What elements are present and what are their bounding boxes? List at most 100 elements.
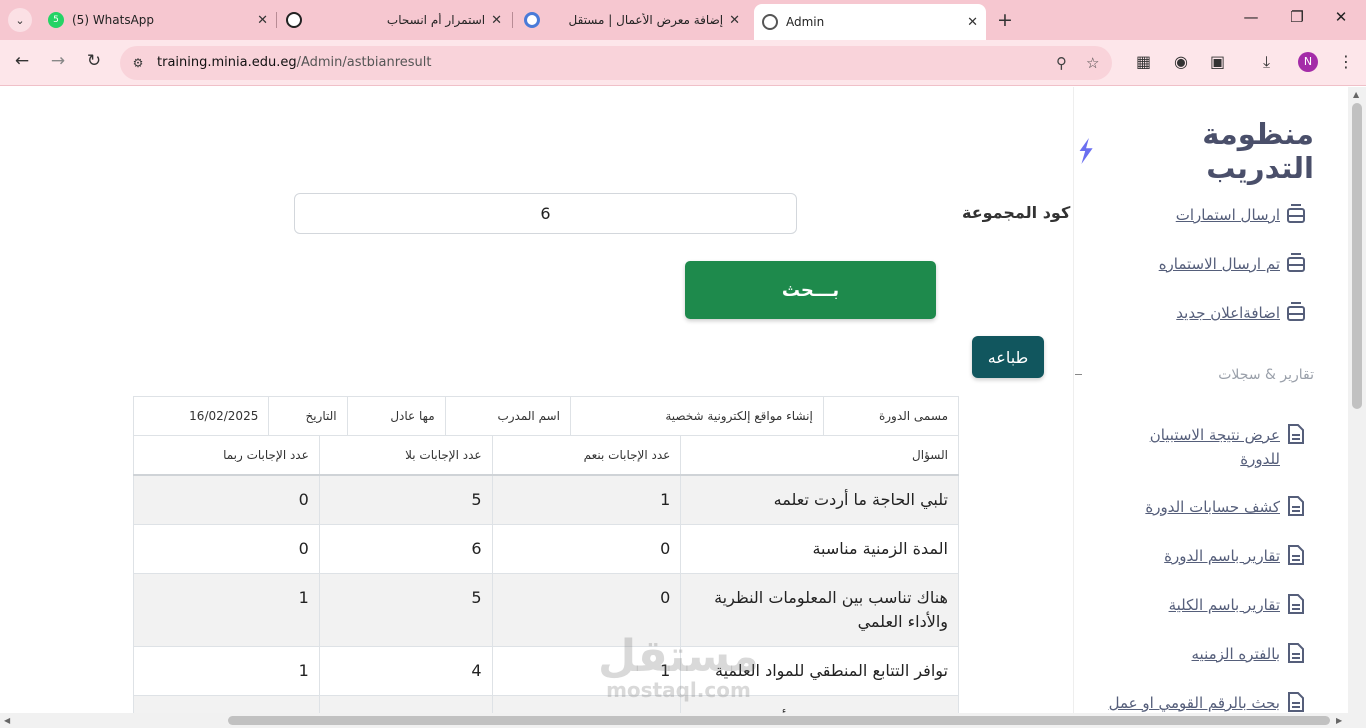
question-cell: الدورة على مستوى جيد أرشحها xyxy=(680,694,959,713)
url-path: /Admin/astbianresult xyxy=(296,55,432,70)
reload-icon[interactable]: ↻ xyxy=(82,51,106,71)
column-header-maybe: عدد الإجابات ربما xyxy=(133,435,320,476)
download-icon[interactable]: ⤓ xyxy=(1263,52,1270,72)
no-count-cell: 6 xyxy=(318,523,493,574)
site-settings-icon[interactable]: ⚙ xyxy=(128,53,148,73)
print-button[interactable]: طباعه xyxy=(972,336,1044,378)
column-header-yes: عدد الإجابات بنعم xyxy=(491,435,682,476)
tab-whatsapp[interactable]: 5 (5) WhatsApp ✕ xyxy=(40,6,276,34)
document-icon xyxy=(1288,496,1304,516)
table-row: الدورة على مستوى جيد أرشحها 1 3 2 xyxy=(133,694,959,713)
no-count-cell: 5 xyxy=(318,572,493,647)
chevron-down-icon: ⌄ xyxy=(15,13,25,27)
profile-avatar[interactable]: N xyxy=(1298,52,1318,72)
table-row: تلبي الحاجة ما أردت تعلمه 1 5 0 xyxy=(133,474,959,525)
globe-icon xyxy=(762,14,778,30)
course-name-label: مسمى الدورة xyxy=(822,396,960,436)
sidebar-item-add-announcement[interactable]: اضافةاعلان جديد xyxy=(1176,301,1306,325)
sidebar-item-by-period[interactable]: بالفتره الزمنيه xyxy=(1192,642,1306,666)
camera-icon[interactable]: ◉ xyxy=(1174,52,1188,71)
question-cell: المدة الزمنية مناسبة xyxy=(680,523,959,574)
sidebar-item-send-forms[interactable]: ارسال استمارات xyxy=(1176,203,1306,227)
brand[interactable]: منظومة التدريب xyxy=(1074,117,1314,185)
sidebar-item-label: تقارير باسم الكلية xyxy=(1168,596,1280,614)
sidebar-item-reports-by-course[interactable]: تقارير باسم الدورة xyxy=(1164,544,1306,568)
close-icon[interactable]: ✕ xyxy=(729,13,740,28)
horizontal-scroll-thumb[interactable] xyxy=(228,716,1330,725)
tab-mostaql[interactable]: إضافة معرض الأعمال | مستقل ✕ xyxy=(516,6,748,34)
sidebar-item-label: اضافةاعلان جديد xyxy=(1176,304,1280,322)
sidebar-item-course-accounts[interactable]: كشف حسابات الدورة xyxy=(1145,495,1306,519)
sidebar-item-label: بالفتره الزمنيه xyxy=(1191,645,1280,663)
search-button[interactable]: بـــحث xyxy=(685,261,936,319)
inbox-icon xyxy=(1287,302,1305,321)
sidebar-item-label: عرض نتيجة الاستبيان للدورة xyxy=(1149,426,1280,468)
no-count-cell: 3 xyxy=(318,694,493,713)
restore-icon[interactable]: ❐ xyxy=(1282,8,1312,26)
minimize-icon[interactable]: — xyxy=(1236,8,1266,26)
sidebar-item-form-sent[interactable]: تم ارسال الاستماره xyxy=(1159,252,1306,276)
sidebar-item-label: بحث بالرقم القومي او عمل xyxy=(1108,694,1280,712)
close-icon[interactable]: ✕ xyxy=(967,15,978,30)
sidebar-item-label: ارسال استمارات xyxy=(1175,206,1280,224)
close-icon[interactable]: ✕ xyxy=(491,13,502,28)
document-icon xyxy=(1288,424,1304,444)
trainer-value: مها عادل xyxy=(346,396,446,436)
chatgpt-icon xyxy=(286,12,302,28)
sidebar-item-survey-results[interactable]: عرض نتيجة الاستبيان للدورة xyxy=(1130,423,1306,471)
maybe-count-cell: 2 xyxy=(133,694,320,713)
vertical-scrollbar[interactable]: ▲ xyxy=(1348,87,1366,713)
no-count-cell: 4 xyxy=(318,645,493,696)
zoom-icon[interactable]: ⚲ xyxy=(1056,54,1067,72)
yes-count-cell: 1 xyxy=(491,474,682,525)
horizontal-scrollbar[interactable]: ◀ ▶ xyxy=(0,713,1366,728)
back-icon[interactable]: ← xyxy=(10,51,34,71)
menu-icon[interactable]: ⋮ xyxy=(1338,52,1354,71)
browser-tab-bar: ⌄ 5 (5) WhatsApp ✕ استمرار أم انسحاب ✕ إ… xyxy=(0,0,1366,40)
table-row: هناك تناسب بين المعلومات النظرية والأداء… xyxy=(133,572,959,647)
sidebar-section-title: تقارير & سجلات xyxy=(1218,367,1314,383)
yes-count-cell: 1 xyxy=(491,645,682,696)
close-icon[interactable]: ✕ xyxy=(257,13,268,28)
brand-title: منظومة التدريب xyxy=(1202,117,1314,185)
tab-title: استمرار أم انسحاب xyxy=(386,13,486,27)
translate-icon[interactable]: ▦ xyxy=(1136,52,1151,71)
course-info-table: مسمى الدورة إنشاء مواقع إلكترونية شخصية … xyxy=(132,396,960,436)
maybe-count-cell: 1 xyxy=(133,572,320,647)
group-code-input[interactable] xyxy=(294,193,797,234)
vertical-scroll-thumb[interactable] xyxy=(1352,103,1362,409)
sidebar-item-reports-by-faculty[interactable]: تقارير باسم الكلية xyxy=(1169,593,1306,617)
tab-admin[interactable]: Admin ✕ xyxy=(754,4,986,40)
address-bar: ← → ↻ ⚙ training.minia.edu.eg/Admin/astb… xyxy=(0,40,1366,86)
page-content: منظومة التدريب ارسال استمارات تم ارسال ا… xyxy=(0,87,1348,713)
url-text: training.minia.edu.eg/Admin/astbianresul… xyxy=(157,55,431,70)
yes-count-cell: 1 xyxy=(491,694,682,713)
scroll-up-icon[interactable]: ▲ xyxy=(1353,90,1359,99)
trainer-label: اسم المدرب xyxy=(444,396,571,436)
table-header-row: السؤال عدد الإجابات بنعم عدد الإجابات بل… xyxy=(133,435,959,476)
sidebar-item-label: تم ارسال الاستماره xyxy=(1158,255,1280,273)
column-header-no: عدد الإجابات بلا xyxy=(318,435,493,476)
scroll-left-icon[interactable]: ◀ xyxy=(4,716,10,725)
survey-results-table: السؤال عدد الإجابات بنعم عدد الإجابات بل… xyxy=(133,435,959,713)
extensions-icon[interactable]: ▣ xyxy=(1210,52,1225,71)
question-cell: توافر التتابع المنطقي للمواد العلمية xyxy=(680,645,959,696)
no-count-cell: 5 xyxy=(318,474,493,525)
new-tab-icon[interactable]: + xyxy=(997,9,1013,31)
tab-separator xyxy=(512,12,513,28)
tab-chatgpt[interactable]: استمرار أم انسحاب ✕ xyxy=(278,6,510,34)
sidebar-item-search-national-id[interactable]: بحث بالرقم القومي او عمل xyxy=(1109,691,1306,713)
forward-icon[interactable]: → xyxy=(46,51,70,71)
mostaql-icon xyxy=(524,12,540,28)
table-row: المدة الزمنية مناسبة 0 6 0 xyxy=(133,523,959,574)
maybe-count-cell: 0 xyxy=(133,523,320,574)
date-value: 16/02/2025 xyxy=(132,396,270,436)
scroll-right-icon[interactable]: ▶ xyxy=(1336,716,1342,725)
window-close-icon[interactable]: ✕ xyxy=(1326,8,1356,26)
url-host: training.minia.edu.eg xyxy=(157,55,297,70)
bookmark-star-icon[interactable]: ☆ xyxy=(1086,54,1099,72)
tab-search-button[interactable]: ⌄ xyxy=(8,8,32,32)
url-input[interactable]: ⚙ training.minia.edu.eg/Admin/astbianres… xyxy=(120,46,1112,80)
tab-separator xyxy=(276,12,277,28)
document-icon xyxy=(1288,643,1304,663)
